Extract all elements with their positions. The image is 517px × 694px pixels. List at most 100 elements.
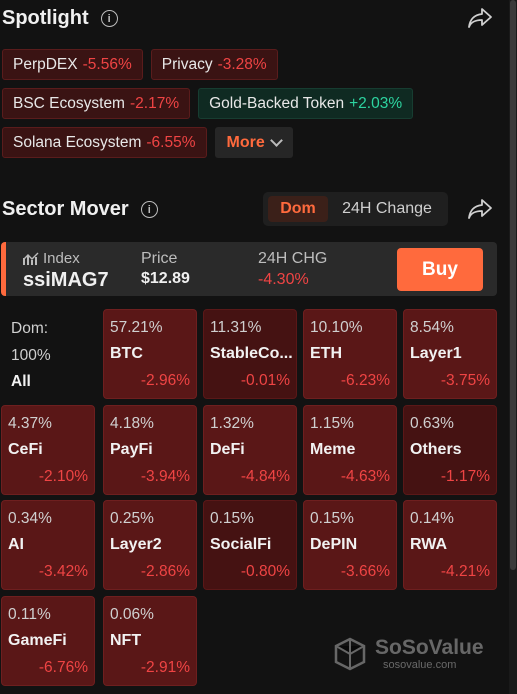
- index-label: Index: [23, 250, 80, 267]
- spotlight-header: Spotlight i: [2, 7, 118, 30]
- sector-cell-rwa[interactable]: 0.14% RWA -4.21%: [403, 500, 497, 590]
- tag-label: Privacy: [161, 55, 213, 73]
- cell-dom: 0.11%: [8, 606, 51, 623]
- spotlight-tag[interactable]: Solana Ecosystem -6.55%: [2, 127, 207, 158]
- cell-dom: 0.63%: [410, 415, 454, 432]
- sector-summary[interactable]: Dom: 100% All: [3, 309, 97, 399]
- cell-dom: 8.54%: [410, 319, 454, 336]
- sector-cell-layer1[interactable]: 8.54% Layer1 -3.75%: [403, 309, 497, 399]
- cell-dom: 0.06%: [110, 606, 154, 623]
- index-name[interactable]: ssiMAG7: [23, 269, 109, 292]
- summary-label: Dom:: [11, 320, 49, 337]
- cell-change: -4.84%: [240, 468, 290, 485]
- cell-name: BTC: [110, 345, 143, 362]
- index-accent: [1, 242, 6, 296]
- cell-name: Meme: [310, 441, 356, 458]
- cell-change: -2.91%: [140, 659, 190, 676]
- sector-cell-socialfi[interactable]: 0.15% SocialFi -0.80%: [203, 500, 297, 590]
- spotlight-tag[interactable]: Gold-Backed Token +2.03%: [198, 88, 414, 119]
- tag-change: +2.03%: [349, 94, 403, 112]
- sector-cell-meme[interactable]: 1.15% Meme -4.63%: [303, 405, 397, 495]
- cell-dom: 0.34%: [8, 510, 52, 527]
- cell-name: NFT: [110, 632, 142, 649]
- cell-change: -1.17%: [440, 468, 490, 485]
- sector-cell-depin[interactable]: 0.15% DePIN -3.66%: [303, 500, 397, 590]
- info-icon[interactable]: i: [140, 201, 158, 218]
- cell-dom: 4.18%: [110, 415, 154, 432]
- cell-name: CeFi: [8, 441, 43, 458]
- more-button[interactable]: More: [214, 127, 293, 158]
- tag-change: -6.55%: [146, 133, 196, 151]
- more-label: More: [226, 133, 265, 151]
- sector-cell-others[interactable]: 0.63% Others -1.17%: [403, 405, 497, 495]
- price-label: Price: [141, 250, 178, 267]
- tag-label: Gold-Backed Token: [209, 94, 345, 112]
- sector-header: Sector Mover i: [2, 198, 158, 221]
- cell-name: Layer2: [110, 536, 162, 553]
- watermark-url: sosovalue.com: [383, 659, 457, 671]
- share-icon[interactable]: [467, 198, 493, 220]
- buy-button[interactable]: Buy: [397, 248, 483, 291]
- scrollbar-thumb[interactable]: [510, 0, 516, 570]
- index-bar: Index ssiMAG7 Price $12.89 24H CHG -4.30…: [1, 242, 497, 296]
- sector-cell-ai[interactable]: 0.34% AI -3.42%: [1, 500, 95, 590]
- chart-icon: [23, 252, 39, 265]
- sector-cell-btc[interactable]: 57.21% BTC -2.96%: [103, 309, 197, 399]
- cell-change: -4.21%: [440, 563, 490, 580]
- scrollbar[interactable]: [509, 0, 517, 694]
- watermark-brand: SoSoValue: [375, 636, 484, 659]
- spotlight-tag[interactable]: BSC Ecosystem -2.17%: [2, 88, 191, 119]
- summary-value: 100%: [11, 347, 51, 364]
- sector-cell-stablecoin[interactable]: 11.31% StableCo... -0.01%: [203, 309, 297, 399]
- cell-name: AI: [8, 536, 24, 553]
- cell-dom: 57.21%: [110, 319, 163, 336]
- info-icon[interactable]: i: [100, 10, 118, 27]
- tag-label: BSC Ecosystem: [13, 94, 125, 112]
- sector-cell-payfi[interactable]: 4.18% PayFi -3.94%: [103, 405, 197, 495]
- spotlight-tag[interactable]: PerpDEX -5.56%: [2, 49, 143, 80]
- sector-cell-eth[interactable]: 10.10% ETH -6.23%: [303, 309, 397, 399]
- logo-icon: [334, 637, 366, 671]
- cell-change: -3.66%: [340, 563, 390, 580]
- cell-change: -2.86%: [140, 563, 190, 580]
- share-icon[interactable]: [467, 7, 493, 29]
- cell-dom: 1.32%: [210, 415, 254, 432]
- tag-label: Solana Ecosystem: [13, 133, 142, 151]
- sector-cell-gamefi[interactable]: 0.11% GameFi -6.76%: [1, 596, 95, 686]
- sector-cell-layer2[interactable]: 0.25% Layer2 -2.86%: [103, 500, 197, 590]
- sector-title: Sector Mover: [2, 198, 129, 220]
- cell-dom: 0.14%: [410, 510, 454, 527]
- cell-dom: 0.25%: [110, 510, 154, 527]
- toggle-dom[interactable]: Dom: [268, 196, 328, 222]
- cell-name: Layer1: [410, 345, 462, 362]
- summary-name: All: [11, 373, 31, 390]
- cell-change: -3.75%: [440, 372, 490, 389]
- cell-name: SocialFi: [210, 536, 272, 553]
- cell-name: StableCo...: [210, 345, 293, 362]
- sector-cell-cefi[interactable]: 4.37% CeFi -2.10%: [1, 405, 95, 495]
- cell-change: -3.42%: [38, 563, 88, 580]
- cell-name: DeFi: [210, 441, 245, 458]
- cell-name: Others: [410, 441, 462, 458]
- chevron-down-icon: [269, 134, 283, 147]
- toggle-24h-change[interactable]: 24H Change: [335, 196, 439, 222]
- cell-change: -0.80%: [240, 563, 290, 580]
- cell-dom: 10.10%: [310, 319, 363, 336]
- cell-dom: 0.15%: [210, 510, 254, 527]
- sector-cell-nft[interactable]: 0.06% NFT -2.91%: [103, 596, 197, 686]
- cell-change: -6.23%: [340, 372, 390, 389]
- spotlight-tag[interactable]: Privacy -3.28%: [150, 49, 278, 80]
- change-value: -4.30%: [258, 271, 309, 288]
- cell-name: GameFi: [8, 632, 67, 649]
- index-label-text: Index: [43, 250, 80, 267]
- cell-name: DePIN: [310, 536, 358, 553]
- cell-change: -2.96%: [140, 372, 190, 389]
- cell-dom: 11.31%: [210, 319, 262, 336]
- sector-cell-defi[interactable]: 1.32% DeFi -4.84%: [203, 405, 297, 495]
- spotlight-title: Spotlight: [2, 7, 89, 29]
- tag-change: -3.28%: [217, 55, 267, 73]
- watermark: SoSoValue sosovalue.com: [333, 637, 484, 671]
- cell-name: PayFi: [110, 441, 153, 458]
- cell-change: -2.10%: [38, 468, 88, 485]
- cell-change: -3.94%: [140, 468, 190, 485]
